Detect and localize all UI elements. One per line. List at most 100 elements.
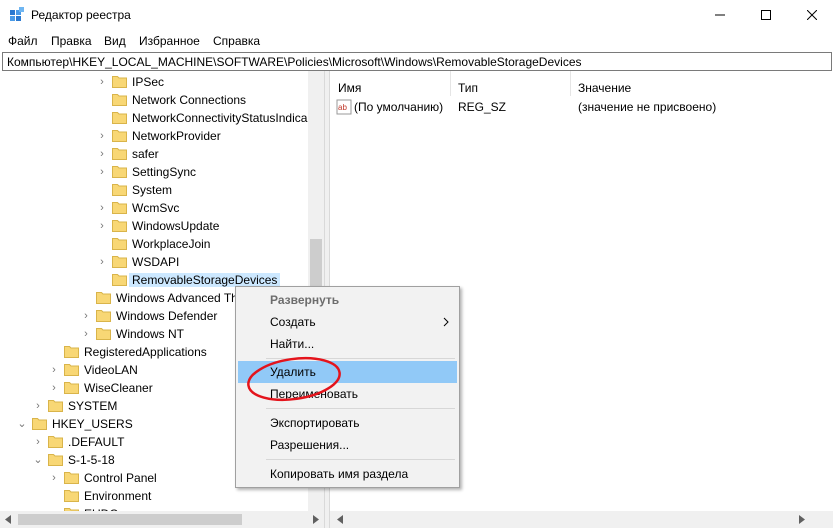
tree-node[interactable]: Environment xyxy=(0,487,320,505)
ctx-copy-key-name[interactable]: Копировать имя раздела xyxy=(238,463,457,485)
expand-arrow-icon[interactable]: › xyxy=(96,200,108,216)
tree-scroll-thumb[interactable] xyxy=(310,239,322,291)
tree-node-label: WindowsUpdate xyxy=(132,219,220,233)
folder-icon xyxy=(112,202,127,214)
tree-node-label: Windows Advanced Th xyxy=(116,291,238,305)
expand-arrow-icon[interactable] xyxy=(96,110,108,126)
list-horizontal-scrollbar[interactable] xyxy=(330,511,833,528)
svg-text:ab: ab xyxy=(338,103,347,112)
close-icon xyxy=(807,10,817,20)
folder-icon xyxy=(112,130,127,142)
expand-arrow-icon[interactable]: › xyxy=(96,218,108,234)
expand-arrow-icon[interactable]: › xyxy=(96,254,108,270)
menu-view[interactable]: Вид xyxy=(104,34,126,48)
expand-arrow-icon[interactable]: › xyxy=(80,308,92,324)
expand-arrow-icon[interactable] xyxy=(96,272,108,288)
tree-node[interactable]: NetworkConnectivityStatusIndica xyxy=(0,109,320,127)
menu-help[interactable]: Справка xyxy=(213,34,260,48)
tree-node[interactable]: › WindowsUpdate xyxy=(0,217,320,235)
expand-arrow-icon[interactable]: › xyxy=(96,74,108,90)
expand-arrow-icon[interactable] xyxy=(96,236,108,252)
collapse-arrow-icon[interactable]: ⌄ xyxy=(32,452,44,468)
ctx-permissions[interactable]: Разрешения... xyxy=(238,434,457,456)
tree-node[interactable]: › SettingSync xyxy=(0,163,320,181)
tree-node[interactable]: › IPSec xyxy=(0,73,320,91)
menu-bar: Файл Правка Вид Избранное Справка xyxy=(0,30,835,52)
tree-node-label: SettingSync xyxy=(132,165,197,179)
folder-icon xyxy=(112,76,127,88)
collapse-arrow-icon[interactable]: ⌄ xyxy=(16,416,28,432)
tree-node-label: RegisteredApplications xyxy=(84,345,207,359)
tree-node-label: IPSec xyxy=(132,75,165,89)
expand-arrow-icon[interactable]: › xyxy=(48,470,60,486)
folder-icon xyxy=(64,346,79,358)
expand-arrow-icon[interactable]: › xyxy=(48,362,60,378)
list-row[interactable]: ab (По умолчанию) REG_SZ (значение не пр… xyxy=(330,98,833,116)
value-name: (По умолчанию) xyxy=(354,100,444,114)
minimize-button[interactable] xyxy=(697,0,743,30)
tree-node[interactable]: WorkplaceJoin xyxy=(0,235,320,253)
tree-node-label: NetworkProvider xyxy=(132,129,221,143)
scroll-right-icon[interactable] xyxy=(798,515,806,524)
folder-icon xyxy=(112,184,127,196)
ctx-rename[interactable]: Переименовать xyxy=(238,383,457,405)
expand-arrow-icon[interactable]: › xyxy=(80,326,92,342)
tree-node-label: Windows Defender xyxy=(116,309,218,323)
column-name[interactable]: Имя xyxy=(338,81,361,95)
tree-node[interactable]: › NetworkProvider xyxy=(0,127,320,145)
title-bar[interactable]: Редактор реестра xyxy=(0,0,835,30)
list-header: Имя Тип Значение xyxy=(330,71,833,96)
expand-arrow-icon[interactable]: › xyxy=(32,434,44,450)
tree-node[interactable]: › WSDAPI xyxy=(0,253,320,271)
ctx-find[interactable]: Найти... xyxy=(238,333,457,355)
scroll-left-icon[interactable] xyxy=(4,515,12,524)
folder-icon xyxy=(64,382,79,394)
folder-icon xyxy=(64,472,79,484)
expand-arrow-icon[interactable]: › xyxy=(96,164,108,180)
folder-icon xyxy=(96,292,111,304)
folder-icon xyxy=(112,274,127,286)
address-bar[interactable]: Компьютер\HKEY_LOCAL_MACHINE\SOFTWARE\Po… xyxy=(2,52,832,71)
menu-favorites[interactable]: Избранное xyxy=(139,34,200,48)
column-type[interactable]: Тип xyxy=(458,81,478,95)
tree-node-label: Network Connections xyxy=(132,93,247,107)
expand-arrow-icon[interactable] xyxy=(96,92,108,108)
folder-icon xyxy=(112,94,127,106)
folder-icon xyxy=(48,400,63,412)
maximize-button[interactable] xyxy=(743,0,789,30)
tree-node-label: RemovableStorageDevices xyxy=(129,273,281,287)
expand-arrow-icon[interactable] xyxy=(80,290,92,306)
tree-node[interactable]: Network Connections xyxy=(0,91,320,109)
ctx-expand[interactable]: Развернуть xyxy=(238,289,457,311)
tree-node-label: HKEY_USERS xyxy=(52,417,133,431)
expand-arrow-icon[interactable]: › xyxy=(96,146,108,162)
expand-arrow-icon[interactable]: › xyxy=(32,398,44,414)
minimize-icon xyxy=(715,14,725,16)
tree-node[interactable]: › WcmSvc xyxy=(0,199,320,217)
ctx-export[interactable]: Экспортировать xyxy=(238,412,457,434)
ctx-delete[interactable]: Удалить xyxy=(238,361,457,383)
expand-arrow-icon[interactable]: › xyxy=(48,380,60,396)
expand-arrow-icon[interactable] xyxy=(48,488,60,504)
column-value[interactable]: Значение xyxy=(578,81,631,95)
expand-arrow-icon[interactable] xyxy=(96,182,108,198)
tree-horizontal-scrollbar[interactable] xyxy=(0,511,324,528)
folder-icon xyxy=(112,238,127,250)
address-path: Компьютер\HKEY_LOCAL_MACHINE\SOFTWARE\Po… xyxy=(7,55,582,69)
scroll-right-icon[interactable] xyxy=(312,515,320,524)
expand-arrow-icon[interactable] xyxy=(48,344,60,360)
expand-arrow-icon[interactable]: › xyxy=(96,128,108,144)
scroll-left-icon[interactable] xyxy=(336,515,344,524)
ctx-create[interactable]: Создать xyxy=(238,311,457,333)
value-type: REG_SZ xyxy=(458,100,507,114)
tree-node[interactable]: System xyxy=(0,181,320,199)
close-button[interactable] xyxy=(789,0,835,30)
menu-edit[interactable]: Правка xyxy=(51,34,92,48)
tree-hscroll-thumb[interactable] xyxy=(18,514,242,525)
folder-icon xyxy=(64,364,79,376)
maximize-icon xyxy=(761,10,771,20)
menu-file[interactable]: Файл xyxy=(8,34,38,48)
tree-node[interactable]: › safer xyxy=(0,145,320,163)
tree-node-label: Environment xyxy=(84,489,152,503)
tree-node-label: .DEFAULT xyxy=(68,435,125,449)
